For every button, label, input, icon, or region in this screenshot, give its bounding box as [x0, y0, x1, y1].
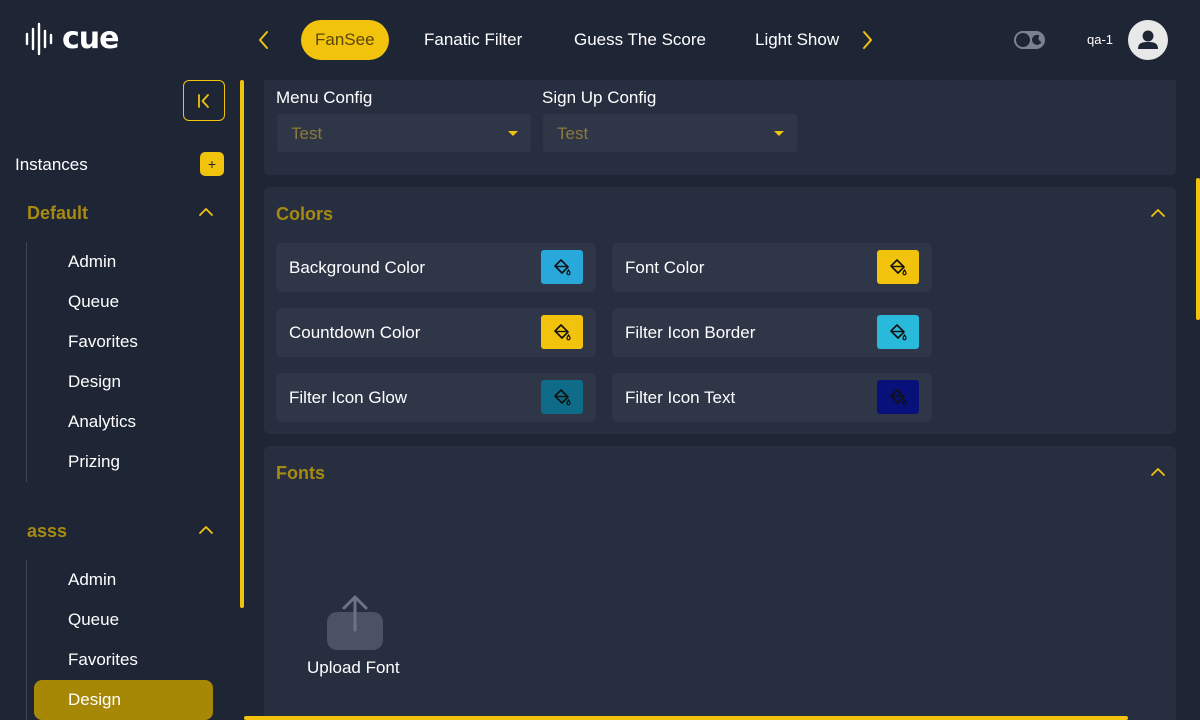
upload-font-label[interactable]: Upload Font — [307, 658, 417, 678]
signup-config-value: Test — [557, 124, 589, 143]
top-bar: cue FanSee Fanatic Filter Guess The Scor… — [0, 0, 1200, 80]
theme-toggle[interactable] — [1014, 31, 1045, 49]
group-title-asss[interactable]: asss — [27, 521, 67, 542]
paint-bucket-icon — [890, 389, 907, 406]
paint-bucket-icon — [554, 389, 571, 406]
logo-text: cue — [62, 21, 119, 56]
color-swatch-button[interactable] — [877, 250, 919, 284]
signup-config-select[interactable]: Test — [543, 114, 797, 152]
fonts-section-title: Fonts — [276, 463, 325, 483]
paint-bucket-icon — [890, 259, 907, 276]
color-swatch-button[interactable] — [541, 315, 583, 349]
color-label: Font Color — [625, 258, 705, 277]
color-swatch-button[interactable] — [541, 250, 583, 284]
instances-label: Instances — [15, 155, 88, 174]
avatar[interactable] — [1128, 20, 1168, 60]
collapse-left-icon — [198, 93, 209, 108]
color-label: Filter Icon Glow — [289, 388, 408, 407]
sidebar-item-design[interactable]: Design — [34, 362, 213, 402]
group-title-default[interactable]: Default — [27, 203, 88, 224]
logo-waveform-icon — [25, 22, 53, 56]
menu-config-label: Menu Config — [276, 88, 373, 107]
colors-section-title: Colors — [276, 204, 334, 224]
color-label: Countdown Color — [289, 323, 421, 342]
chevron-up-icon[interactable] — [1150, 208, 1166, 218]
color-swatch-button[interactable] — [541, 380, 583, 414]
chevron-up-icon[interactable] — [1150, 467, 1166, 477]
logo[interactable]: cue — [24, 22, 119, 56]
paint-bucket-icon — [554, 324, 571, 341]
user-icon — [1138, 30, 1158, 49]
group-divider — [26, 242, 27, 482]
sidebar-item-prizing[interactable]: Prizing — [34, 442, 213, 482]
color-item-filter-icon-border: Filter Icon Border — [612, 308, 932, 357]
sidebar-item-analytics[interactable]: Analytics — [34, 402, 213, 442]
nav-prev-arrow-icon[interactable] — [252, 28, 276, 52]
color-label: Filter Icon Border — [625, 323, 756, 342]
color-label: Filter Icon Text — [625, 388, 736, 407]
upload-font-icon[interactable] — [327, 594, 383, 650]
colors-card: Colors Background Color Font Color Count… — [264, 187, 1176, 434]
sidebar-item-queue[interactable]: Queue — [34, 282, 213, 322]
color-item-font: Font Color — [612, 243, 932, 292]
tab-fanatic-filter[interactable]: Fanatic Filter — [424, 20, 522, 60]
color-item-filter-icon-glow: Filter Icon Glow — [276, 373, 596, 422]
signup-config-label: Sign Up Config — [542, 88, 657, 107]
group-divider — [26, 560, 27, 720]
color-swatch-button[interactable] — [877, 315, 919, 349]
sidebar: Instances + Default Admin Queue Favorite… — [0, 80, 240, 720]
nav-next-arrow-icon[interactable] — [855, 28, 879, 52]
color-item-countdown: Countdown Color — [276, 308, 596, 357]
paint-bucket-icon — [554, 259, 571, 276]
sidebar-item-admin[interactable]: Admin — [34, 560, 213, 600]
sidebar-item-design-active[interactable]: Design — [34, 680, 213, 720]
tab-light-show[interactable]: Light Show — [755, 20, 839, 60]
fonts-card: Fonts Upload Font — [264, 446, 1176, 720]
user-name: qa-1 — [1087, 32, 1114, 47]
main-content: Menu Config Test Sign Up Config Test Col… — [244, 80, 1200, 720]
moon-icon — [1031, 34, 1042, 45]
main-horizontal-scrollbar[interactable] — [244, 716, 1128, 720]
menu-config-value: Test — [291, 124, 323, 143]
toggle-knob — [1016, 33, 1030, 47]
main-vertical-scrollbar[interactable] — [1196, 178, 1200, 320]
color-item-background: Background Color — [276, 243, 596, 292]
config-card: Menu Config Test Sign Up Config Test — [264, 80, 1176, 175]
sidebar-item-favorites[interactable]: Favorites — [34, 640, 213, 680]
menu-config-select[interactable]: Test — [277, 114, 531, 152]
caret-down-icon — [774, 131, 784, 136]
color-label: Background Color — [289, 258, 426, 277]
sidebar-item-admin[interactable]: Admin — [34, 242, 213, 282]
paint-bucket-icon — [890, 324, 907, 341]
sidebar-item-favorites[interactable]: Favorites — [34, 322, 213, 362]
color-swatch-button[interactable] — [877, 380, 919, 414]
color-item-filter-icon-text: Filter Icon Text — [612, 373, 932, 422]
chevron-up-icon[interactable] — [198, 207, 214, 217]
sidebar-item-queue[interactable]: Queue — [34, 600, 213, 640]
caret-down-icon — [508, 131, 518, 136]
collapse-sidebar-button[interactable] — [183, 80, 225, 121]
tab-fansee[interactable]: FanSee — [301, 20, 389, 60]
add-instance-button[interactable]: + — [200, 152, 224, 176]
tab-guess-the-score[interactable]: Guess The Score — [574, 20, 706, 60]
chevron-up-icon[interactable] — [198, 525, 214, 535]
